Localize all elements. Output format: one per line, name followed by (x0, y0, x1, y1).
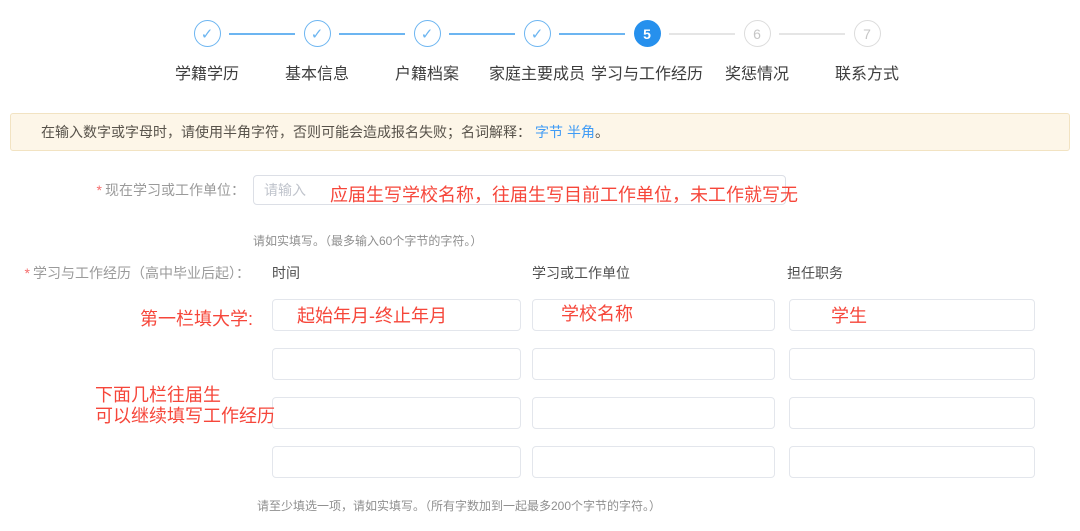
step-connector (229, 33, 295, 35)
column-header-time: 时间 (272, 263, 532, 283)
step-label: 奖惩情况 (725, 60, 789, 84)
link-byte-definition[interactable]: 字节 (535, 122, 563, 142)
notice-text: 在输入数字或字母时，请使用半角字符，否则可能会造成报名失败；名词解释： (41, 122, 531, 142)
experience-unit-input-4[interactable] (532, 446, 775, 478)
experience-position-input-3[interactable] (789, 397, 1035, 429)
annotation-unit-example: 学校名称 (533, 300, 633, 326)
experience-position-input-4[interactable] (789, 446, 1035, 478)
notice-suffix: 。 (595, 122, 609, 142)
annotation-current-unit-note: 应届生写学校名称，往届生写目前工作单位，未工作就写无 (330, 181, 798, 207)
step-7-lianxi-fangshi[interactable]: 7 联系方式 (812, 20, 922, 84)
experience-helper-text: 请至少填选一项，请如实填写。（所有字数加到一起最多200个字节的字符。） (257, 497, 661, 514)
experience-position-input-1[interactable]: 学生 (789, 299, 1035, 331)
check-icon: ✓ (304, 20, 331, 47)
experience-time-input-4[interactable] (272, 446, 521, 478)
experience-unit-input-1[interactable]: 学校名称 (532, 299, 775, 331)
experience-unit-input-2[interactable] (532, 348, 775, 380)
step-2-jiben-xinxi[interactable]: ✓ 基本信息 (262, 20, 372, 84)
step-1-xueji-xueli[interactable]: ✓ 学籍学历 (152, 20, 262, 84)
experience-time-input-2[interactable] (272, 348, 521, 380)
experience-label-text: 学习与工作经历（高中毕业后起）： (33, 265, 250, 281)
annotation-time-example: 起始年月-终止年月 (273, 302, 447, 328)
step-connector (669, 33, 735, 35)
step-number: 5 (634, 20, 661, 47)
experience-table: 起始年月-终止年月 学校名称 学生 (272, 299, 1035, 495)
check-icon: ✓ (414, 20, 441, 47)
annotation-position-example: 学生 (790, 302, 867, 328)
check-icon: ✓ (194, 20, 221, 47)
experience-time-input-3[interactable] (272, 397, 521, 429)
experience-position-input-2[interactable] (789, 348, 1035, 380)
step-label: 基本信息 (285, 60, 349, 84)
step-label: 学籍学历 (175, 60, 239, 84)
experience-row-3 (272, 397, 1035, 429)
step-connector (779, 33, 845, 35)
step-label: 联系方式 (835, 60, 899, 84)
check-icon: ✓ (524, 20, 551, 47)
annotation-first-row-note: 第一栏填大学: (140, 305, 253, 331)
experience-unit-input-3[interactable] (532, 397, 775, 429)
link-halfwidth-definition[interactable]: 半角 (567, 122, 595, 142)
current-unit-label-text: 现在学习或工作单位： (105, 182, 245, 198)
step-connector (559, 33, 625, 35)
step-connector (449, 33, 515, 35)
step-6-jiangcheng-qingkuang[interactable]: 6 奖惩情况 (702, 20, 812, 84)
experience-time-input-1[interactable]: 起始年月-终止年月 (272, 299, 521, 331)
step-5-xuexi-gongzuo-jingli[interactable]: 5 学习与工作经历 (592, 20, 702, 84)
step-label: 学习与工作经历 (591, 60, 703, 84)
step-number: 7 (854, 20, 881, 47)
column-header-position: 担任职务 (787, 263, 843, 283)
step-number: 6 (744, 20, 771, 47)
experience-row-1: 起始年月-终止年月 学校名称 学生 (272, 299, 1035, 331)
required-asterisk: * (25, 265, 30, 281)
required-asterisk: * (97, 182, 102, 198)
annotation-below-rows-note: 下面几栏往届生可以继续填写工作经历 (95, 385, 295, 427)
current-unit-helper-text: 请如实填写。（最多输入60个字节的字符。） (253, 232, 482, 249)
registration-form-page: ✓ 学籍学历 ✓ 基本信息 ✓ 户籍档案 ✓ 家庭主要成员 5 学习与工作经历 … (0, 0, 1080, 531)
experience-row-4 (272, 446, 1035, 478)
halfwidth-warning-notice: 在输入数字或字母时，请使用半角字符，否则可能会造成报名失败；名词解释：字节半角。 (10, 113, 1070, 151)
experience-column-headers: 时间 学习或工作单位 担任职务 (272, 263, 843, 283)
annotation-line-2: 可以继续填写工作经历 (95, 406, 275, 426)
step-4-jiating-chengyuan[interactable]: ✓ 家庭主要成员 (482, 20, 592, 84)
step-label: 家庭主要成员 (489, 60, 585, 84)
wizard-stepper: ✓ 学籍学历 ✓ 基本信息 ✓ 户籍档案 ✓ 家庭主要成员 5 学习与工作经历 … (152, 20, 922, 84)
experience-label: *学习与工作经历（高中毕业后起）： (0, 263, 250, 283)
experience-row-2 (272, 348, 1035, 380)
step-connector (339, 33, 405, 35)
step-3-huji-dangan[interactable]: ✓ 户籍档案 (372, 20, 482, 84)
column-header-unit: 学习或工作单位 (532, 263, 787, 283)
step-label: 户籍档案 (395, 60, 459, 84)
annotation-line-1: 下面几栏往届生 (95, 385, 221, 405)
current-unit-label: *现在学习或工作单位： (0, 175, 245, 205)
